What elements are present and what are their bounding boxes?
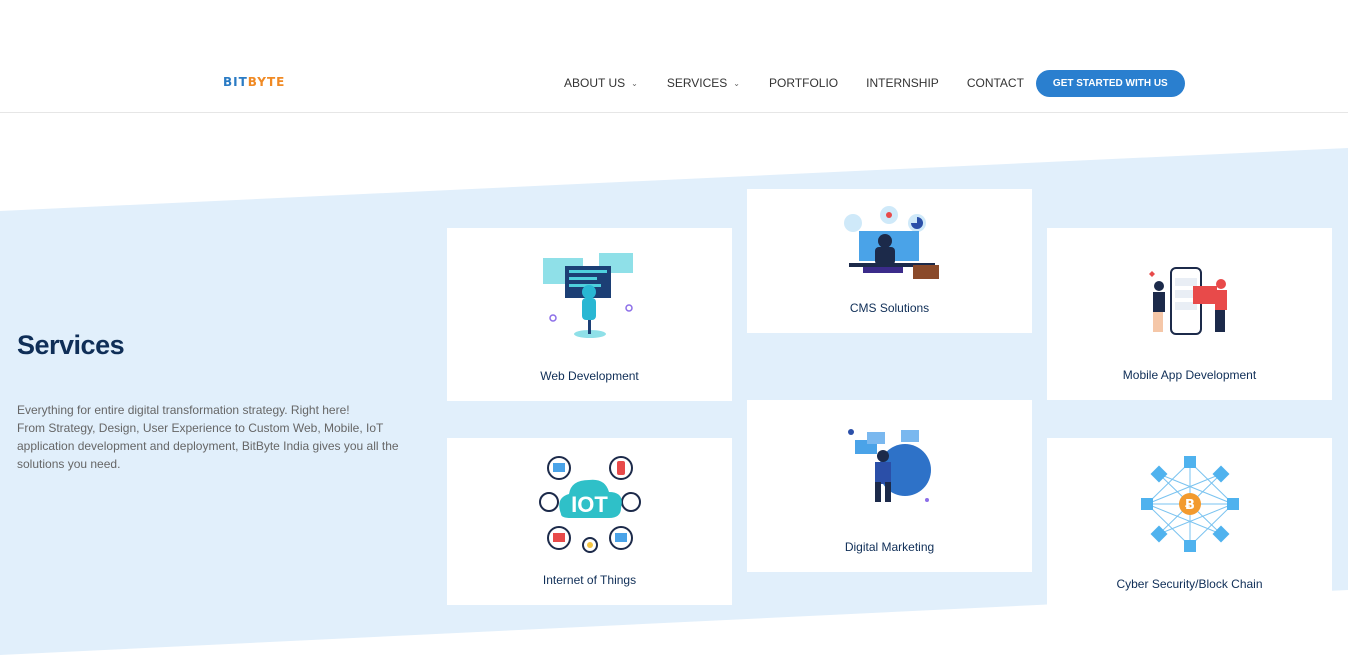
nav-internship[interactable]: INTERNSHIP — [866, 76, 939, 90]
nav-internship-label: INTERNSHIP — [866, 76, 939, 90]
service-label: Digital Marketing — [844, 540, 935, 554]
nav-about-us[interactable]: ABOUT US ⌄ — [564, 76, 638, 90]
nav-contact-label: CONTACT — [966, 76, 1024, 90]
digital-marketing-icon — [848, 429, 931, 502]
service-card-web-development[interactable]: Web Development — [447, 228, 732, 401]
service-label: Cyber Security/Block Chain — [1116, 577, 1263, 591]
nav-contact[interactable]: CONTACT — [967, 76, 1024, 90]
chevron-down-icon: ⌄ — [733, 78, 740, 88]
service-label: Web Development — [540, 369, 639, 383]
bitbyte-logo[interactable]: BITBYTE — [223, 75, 285, 89]
services-description: Everything for entire digital transforma… — [17, 403, 399, 471]
site-header: BITBYTE ABOUT US ⌄ SERVICES ⌄ PORTFOLIO … — [0, 0, 1348, 113]
service-card-digital-marketing[interactable]: Digital Marketing — [747, 400, 1032, 572]
svg-text:Ƀ: Ƀ — [1185, 498, 1195, 513]
iot-badge: IOT — [571, 492, 608, 517]
chevron-down-icon: ⌄ — [631, 78, 638, 88]
mobile-app-icon — [1149, 267, 1227, 335]
get-started-button[interactable]: GET STARTED WITH US — [1035, 69, 1185, 97]
service-card-cyber-security-block-chain[interactable]: Ƀ Cyber Security/Block Chain — [1047, 438, 1332, 608]
cms-icon — [844, 206, 939, 279]
service-label: Mobile App Development — [1122, 368, 1257, 382]
services-title: Services — [17, 330, 125, 360]
service-card-mobile-app-development[interactable]: Mobile App Development — [1047, 228, 1332, 400]
nav-portfolio[interactable]: PORTFOLIO — [769, 76, 838, 90]
service-card-cms-solutions[interactable]: CMS Solutions — [747, 189, 1032, 333]
nav-about-us-label: ABOUT US — [564, 76, 626, 90]
web-development-icon — [543, 253, 633, 338]
service-label: CMS Solutions — [849, 301, 930, 315]
services-intro: Services Everything for entire digital t… — [17, 330, 427, 473]
logo-part-1: BIT — [223, 75, 248, 89]
service-card-internet-of-things[interactable]: IOT Internet of Things — [447, 438, 732, 605]
nav-services-label: SERVICES — [666, 76, 728, 90]
service-label: Internet of Things — [542, 573, 637, 587]
logo-part-2: BYTE — [247, 75, 286, 89]
nav-portfolio-label: PORTFOLIO — [769, 76, 839, 90]
blockchain-icon: Ƀ — [1141, 456, 1239, 552]
main-nav: ABOUT US ⌄ SERVICES ⌄ PORTFOLIO INTERNSH… — [564, 69, 1185, 97]
nav-services[interactable]: SERVICES ⌄ — [667, 76, 740, 90]
